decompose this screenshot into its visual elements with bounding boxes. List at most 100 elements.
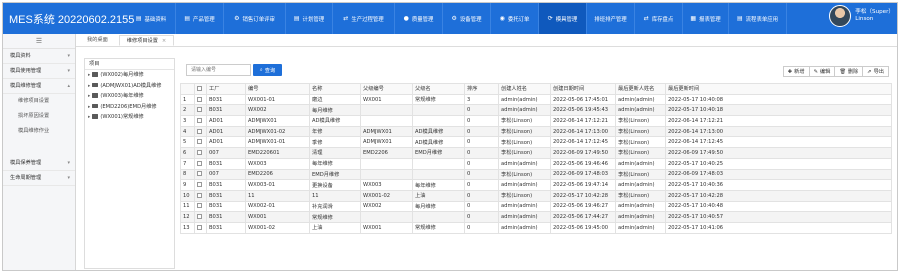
column-header[interactable]: 最后更新时间 <box>665 83 892 95</box>
sidebar-subitem[interactable]: 维修项目设置 <box>3 94 75 109</box>
table-cell: 2022-05-17 10:40:18 <box>665 104 892 117</box>
row-checkbox[interactable] <box>197 128 202 134</box>
table-row[interactable]: 1 B031 WX001-01 磨边 WX001 常规维修 3 admin(admin) 202… <box>180 93 892 106</box>
row-checkbox[interactable] <box>197 192 202 198</box>
select-all-checkbox[interactable] <box>197 85 202 91</box>
search-button-label: 查询 <box>264 67 276 74</box>
search-input[interactable] <box>186 64 251 76</box>
row-checkbox[interactable] <box>197 203 202 209</box>
tab-label: 我的桌面 <box>87 37 108 43</box>
sidebar-subitem[interactable]: 模具维修作业 <box>3 124 75 139</box>
table-row[interactable]: 10 B031 11 11 WX001-02 上油 0 李松(Linson) 2022-05-1… <box>180 189 892 202</box>
table-row[interactable]: 4 AD01 ADMJWX01-02 年修 ADMJWX01 AD模具维修 0 李松(Lins… <box>180 125 892 138</box>
nav-item[interactable]: ⇄ 生产过程管理 <box>333 3 395 34</box>
nav-item[interactable]: ⚙ 设备管理 <box>443 3 491 34</box>
tree-node[interactable]: ▸ (WX002)每月维修 <box>85 70 174 81</box>
table-row[interactable]: 13 B031 WX001-02 上油 WX001 常规维修 0 admin(admin) 20… <box>180 221 892 234</box>
nav-item[interactable]: ▤ 流程表单应用 <box>729 3 787 34</box>
table-cell: admin(admin) <box>498 200 551 213</box>
user-menu[interactable]: 李松（Super） Linson <box>829 5 894 27</box>
table-cell <box>412 104 465 117</box>
project-tree: 项目 ▸ (WX002)每月维修 ▸ (ADMJWX01)AD模具维修 ▸ (WX003)… <box>84 58 175 269</box>
avatar[interactable] <box>829 5 852 27</box>
tab[interactable]: 我的桌面 <box>80 35 115 46</box>
table-cell: 李松(Linson) <box>615 147 666 159</box>
toolbar-button[interactable]: 🗑 删除 <box>834 66 864 77</box>
column-header[interactable]: 父级编号 <box>360 83 413 95</box>
caret-right-icon[interactable]: ▸ <box>88 84 90 89</box>
toolbar-button[interactable]: ⇗ 导出 <box>862 66 889 77</box>
table-row[interactable]: 7 B031 WX003 每年维修 0 admin(admin) 2022-05-06 19… <box>180 157 892 170</box>
row-checkbox[interactable] <box>197 96 202 102</box>
row-checkbox[interactable] <box>197 224 202 230</box>
nav-item[interactable]: 排班排产管理 <box>587 3 635 34</box>
nav-item[interactable]: ⟳ 模具管理 <box>539 3 587 34</box>
row-checkbox[interactable] <box>197 214 202 220</box>
tree-node-label: (WX003)每年维修 <box>100 93 144 99</box>
page-tabs: 我的桌面 维修项目设置 × <box>76 34 897 47</box>
sidebar-subitem[interactable]: 损坏原因设置 <box>3 109 75 124</box>
table-cell: B031 <box>206 189 246 202</box>
caret-right-icon[interactable]: ▸ <box>88 94 90 99</box>
table-cell: 2022-05-17 10:42:28 <box>665 189 892 202</box>
column-header[interactable]: 名称 <box>309 83 361 95</box>
table-row[interactable]: 9 B031 WX003-01 更换设备 WX003 每年维修 0 admin(admin) 2… <box>180 179 892 191</box>
caret-right-icon[interactable]: ▸ <box>88 73 90 78</box>
sidebar-item[interactable]: 模具维修管理 ▴ <box>3 79 75 94</box>
table-row[interactable]: 2 B031 WX002 每月维修 0 admin(admin) 2022-05-06 19… <box>180 104 892 117</box>
row-checkbox[interactable] <box>197 117 202 123</box>
sidebar-item[interactable]: 模具保养管理 ▾ <box>3 156 75 171</box>
tree-node[interactable]: ▸ (ADMJWX01)AD模具维修 <box>85 81 174 92</box>
table-cell: 0 <box>464 189 499 202</box>
sidebar-item[interactable]: 模具使用管理 ▾ <box>3 64 75 79</box>
table-row[interactable]: 3 AD01 ADMJWX01 AD模具维修 0 李松(Linson) 2022-06-14… <box>180 115 892 127</box>
tree-node[interactable]: ▸ (WX003)每年维修 <box>85 91 174 102</box>
nav-item[interactable]: ⚙ 销售订单评审 <box>224 3 286 34</box>
column-header[interactable]: 排序 <box>464 83 499 95</box>
nav-item[interactable]: ▤ 计划管理 <box>286 3 333 34</box>
sidebar-item[interactable]: 生命周期管理 ▾ <box>3 171 75 186</box>
row-checkbox[interactable] <box>197 171 202 177</box>
table-cell: 0 <box>464 136 499 149</box>
row-checkbox[interactable] <box>197 182 202 188</box>
tree-node[interactable]: ▸ (WX001)常规维修 <box>85 112 174 123</box>
caret-right-icon[interactable]: ▸ <box>88 115 90 120</box>
caret-right-icon[interactable]: ▸ <box>88 105 90 110</box>
sidebar-item[interactable]: 模具资料 ▾ <box>3 49 75 64</box>
table-row[interactable]: 12 B031 WX001 常规维修 0 admin(admin) 2022-05-06 1… <box>180 211 892 223</box>
column-header[interactable] <box>194 83 207 95</box>
nav-item[interactable]: ▤ 基础资料 <box>127 3 176 34</box>
nav-item[interactable]: ▤ 产品管理 <box>176 3 224 34</box>
table-cell: 常规维修 <box>412 93 465 106</box>
column-header[interactable]: 创建日期时间 <box>550 83 616 95</box>
nav-item[interactable]: ◉ 委托订单 <box>491 3 539 34</box>
menu-toggle-icon[interactable]: ☰ <box>3 34 75 49</box>
table-cell: B031 <box>206 200 246 213</box>
row-checkbox[interactable] <box>197 107 202 113</box>
table-cell: 0 <box>464 200 499 213</box>
row-checkbox[interactable] <box>197 139 202 145</box>
table-cell: 年修 <box>309 125 361 138</box>
column-header[interactable]: 创建人姓名 <box>498 83 551 95</box>
table-row[interactable]: 11 B031 WX002-01 补充润滑 WX002 每月维修 0 admin(admin)… <box>180 200 892 213</box>
column-header[interactable] <box>180 83 195 95</box>
column-header[interactable]: 父级名 <box>412 83 465 95</box>
column-header[interactable]: 最后更新人姓名 <box>615 83 666 95</box>
table-cell: 李松(Linson) <box>498 147 551 159</box>
toolbar-button[interactable]: ✚ 新增 <box>782 66 810 77</box>
nav-item[interactable]: ▦ 报表管理 <box>683 3 729 34</box>
row-checkbox[interactable] <box>197 160 202 166</box>
tab[interactable]: 维修项目设置 × <box>118 35 175 46</box>
column-header[interactable]: 编号 <box>245 83 310 95</box>
tree-node[interactable]: ▸ (EMD2206)EMD月维修 <box>85 102 174 113</box>
table-row[interactable]: 5 AD01 ADMJWX01-01 季修 ADMJWX01 AD模具维修 0 李松(Lins… <box>180 136 892 149</box>
nav-item[interactable]: ⇄ 库存盘点 <box>635 3 683 34</box>
search-button[interactable]: ⌕ 查询 <box>253 64 282 76</box>
close-icon[interactable]: × <box>162 38 166 44</box>
table-row[interactable]: 8 007 EMD2206 EMD月维修 0 李松(Linson) 2022-06-09 1… <box>180 168 892 181</box>
toolbar-button[interactable]: ✎ 编辑 <box>808 66 836 77</box>
row-checkbox[interactable] <box>197 149 202 155</box>
nav-item[interactable]: ● 质量管理 <box>395 3 443 34</box>
table-row[interactable]: 6 007 EMD220601 清理 EMD2206 EMD月维修 0 李松(Linson) 2… <box>180 147 892 159</box>
column-header[interactable]: 工厂 <box>206 83 246 95</box>
